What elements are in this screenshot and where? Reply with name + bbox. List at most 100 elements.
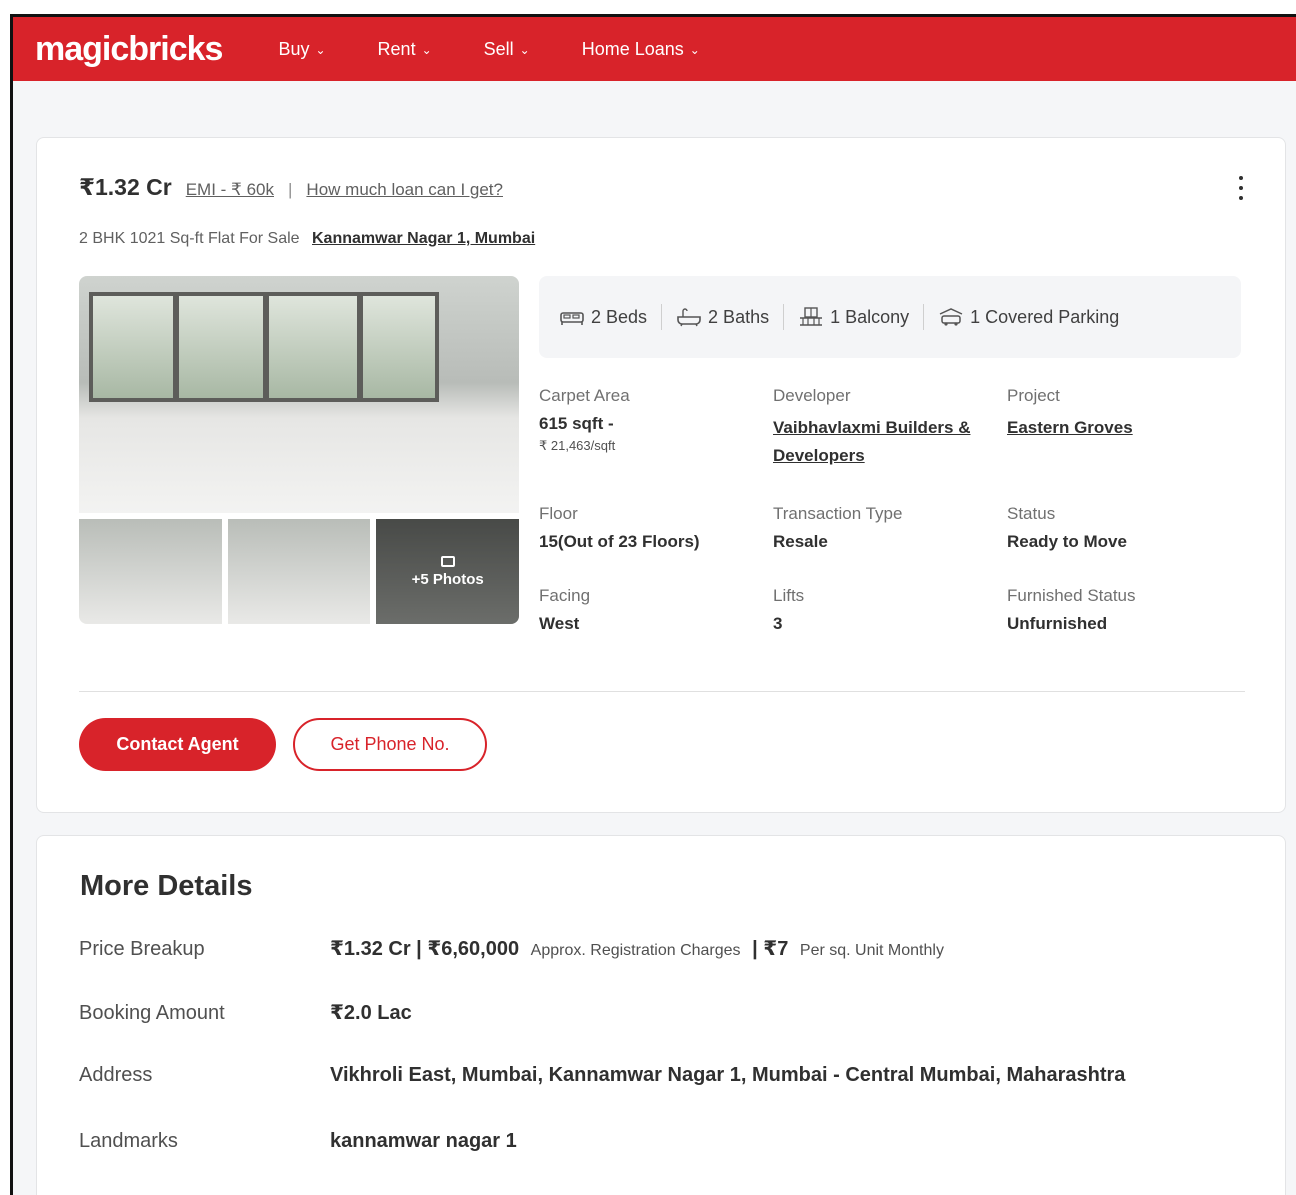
price-breakup-row: Price Breakup ₹1.32 Cr | ₹6,60,000 Appro…: [79, 936, 950, 961]
more-photos-label: +5 Photos: [411, 570, 484, 588]
more-details-title: More Details: [80, 870, 253, 902]
fact-label: Facing: [539, 586, 591, 605]
price-breakup-label: Price Breakup: [79, 938, 205, 960]
listing-card: ₹1.32 Cr EMI - ₹ 60k | How much loan can…: [36, 137, 1286, 813]
nav-home-loans[interactable]: Home Loans ⌄: [582, 39, 700, 60]
booking-amount-label: Booking Amount: [79, 1002, 225, 1024]
fact-status: Status Ready to Move: [1007, 504, 1241, 552]
fact-subvalue: ₹ 21,463/sqft: [539, 438, 616, 453]
listing-location-link[interactable]: Kannamwar Nagar 1, Mumbai: [312, 230, 535, 247]
address-row: Address Vikhroli East, Mumbai, Kannamwar…: [79, 1064, 1125, 1087]
chevron-down-icon: ⌄: [689, 43, 700, 57]
amenity-divider: [783, 304, 785, 330]
amenities-bar: 2 Beds 2 Baths 1 Balcony 1 Covered Parki…: [539, 276, 1241, 358]
nav-buy[interactable]: Buy ⌄: [278, 39, 325, 60]
amenity-balcony-label: 1 Balcony: [830, 306, 910, 327]
loan-eligibility-link[interactable]: How much loan can I get?: [306, 180, 503, 200]
fact-project: Project Eastern Groves: [1007, 386, 1241, 470]
fact-label: Furnished Status: [1007, 586, 1136, 605]
thumbnail-strip: +5 Photos: [79, 519, 520, 624]
fact-label: Status: [1007, 504, 1056, 523]
booking-amount-value: ₹2.0 Lac: [330, 1002, 412, 1024]
amenity-balcony: 1 Balcony: [798, 307, 909, 328]
amenity-baths-label: 2 Baths: [708, 306, 770, 327]
landmarks-value: kannamwar nagar 1: [330, 1130, 517, 1152]
page-frame: magicbricks Buy ⌄ Rent ⌄ Sell ⌄ Home Loa…: [10, 14, 1296, 1195]
fact-label: Floor: [539, 504, 578, 523]
fact-value: 15(Out of 23 Floors): [539, 532, 700, 551]
nav-buy-label: Buy: [278, 38, 310, 59]
balcony-icon: [798, 307, 824, 327]
parking-icon: [938, 307, 964, 327]
fact-label: Lifts: [773, 586, 805, 605]
listing-type: 2 BHK 1021 Sq-ft Flat For Sale: [79, 230, 300, 247]
price-row: ₹1.32 Cr EMI - ₹ 60k | How much loan can…: [79, 174, 503, 201]
amenity-baths: 2 Baths: [676, 307, 769, 328]
card-divider: [79, 691, 1245, 692]
contact-agent-button[interactable]: Contact Agent: [79, 718, 276, 771]
fact-label: Project: [1007, 386, 1060, 405]
fact-carpet-area: Carpet Area 615 sqft - ₹ 21,463/sqft: [539, 386, 773, 470]
registration-charges-label: Approx. Registration Charges: [530, 942, 741, 959]
booking-amount-row: Booking Amount ₹2.0 Lac: [79, 1000, 412, 1025]
bath-icon: [676, 307, 702, 327]
emi-link[interactable]: EMI - ₹ 60k: [186, 180, 274, 200]
fact-value: West: [539, 614, 580, 633]
fact-lifts: Lifts 3: [773, 586, 1007, 634]
nav-rent-label: Rent: [377, 38, 416, 59]
listing-price: ₹1.32 Cr: [79, 174, 172, 200]
nav-home-loans-label: Home Loans: [581, 38, 684, 59]
thumbnail-photo[interactable]: [79, 519, 222, 624]
price-separator: |: [288, 180, 293, 199]
window-shape: [89, 292, 177, 402]
window-shape: [359, 292, 439, 402]
nav-sell-label: Sell: [483, 38, 514, 59]
fact-facing: Facing West: [539, 586, 773, 634]
fact-label: Transaction Type: [773, 504, 903, 523]
window-shape: [175, 292, 267, 402]
maintenance-unit-label: Per sq. Unit Monthly: [799, 942, 944, 959]
nav-sell[interactable]: Sell ⌄: [484, 39, 530, 60]
fact-developer: Developer Vaibhavlaxmi Builders & Develo…: [773, 386, 1007, 470]
amenity-parking-label: 1 Covered Parking: [970, 306, 1120, 327]
fact-furnished-status: Furnished Status Unfurnished: [1007, 586, 1241, 634]
listing-subtitle: 2 BHK 1021 Sq-ft Flat For Sale Kannamwar…: [79, 230, 535, 248]
chevron-down-icon: ⌄: [315, 43, 326, 57]
fact-value: Ready to Move: [1007, 532, 1127, 551]
amenity-parking: 1 Covered Parking: [938, 307, 1119, 328]
bed-icon: [559, 307, 585, 327]
property-facts-grid: Carpet Area 615 sqft - ₹ 21,463/sqft Dev…: [539, 386, 1241, 634]
price-breakup-value: ₹1.32 Cr | ₹6,60,000 Approx. Registratio…: [330, 936, 950, 961]
address-label: Address: [79, 1064, 153, 1086]
amenity-divider: [923, 304, 925, 330]
more-photos-overlay: +5 Photos: [376, 519, 520, 624]
fact-value: Resale: [773, 532, 828, 551]
main-photo[interactable]: [79, 276, 519, 513]
nav-rent[interactable]: Rent ⌄: [378, 39, 432, 60]
top-navbar: magicbricks Buy ⌄ Rent ⌄ Sell ⌄ Home Loa…: [13, 17, 1296, 81]
fact-label: Carpet Area: [539, 386, 630, 405]
fact-value: Unfurnished: [1007, 614, 1108, 633]
thumbnail-photo[interactable]: [227, 519, 371, 624]
thumbnail-more-photos[interactable]: +5 Photos: [376, 519, 520, 624]
chevron-down-icon: ⌄: [519, 43, 530, 57]
magicbricks-logo[interactable]: magicbricks: [35, 30, 223, 69]
chevron-down-icon: ⌄: [421, 43, 432, 57]
photo-gallery: +5 Photos: [79, 276, 520, 624]
amenity-beds-label: 2 Beds: [591, 306, 648, 327]
fact-floor: Floor 15(Out of 23 Floors): [539, 504, 773, 552]
price-breakup-amount: ₹1.32 Cr | ₹6,60,000: [330, 938, 520, 960]
fact-value: 3: [773, 614, 783, 633]
developer-link[interactable]: Vaibhavlaxmi Builders & Developers: [773, 414, 987, 470]
fact-value: 615 sqft -: [539, 414, 614, 433]
amenity-beds: 2 Beds: [559, 307, 647, 328]
landmarks-row: Landmarks kannamwar nagar 1: [79, 1130, 517, 1153]
address-value: Vikhroli East, Mumbai, Kannamwar Nagar 1…: [330, 1064, 1126, 1086]
landmarks-label: Landmarks: [79, 1130, 178, 1152]
project-link[interactable]: Eastern Groves: [1007, 414, 1241, 442]
photo-icon: [440, 555, 455, 567]
more-vertical-icon[interactable]: [1237, 176, 1245, 200]
get-phone-button[interactable]: Get Phone No.: [293, 718, 487, 771]
fact-transaction-type: Transaction Type Resale: [773, 504, 1007, 552]
fact-label: Developer: [773, 386, 851, 405]
